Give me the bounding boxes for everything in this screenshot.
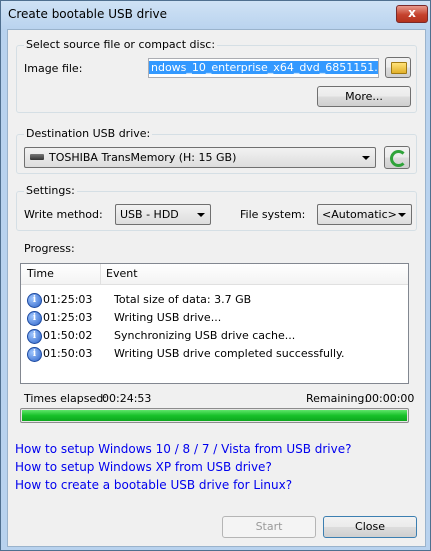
progress-group-label: Progress: <box>24 242 75 255</box>
event-text: Synchronizing USB drive cache... <box>114 329 296 342</box>
info-icon: i <box>27 329 42 344</box>
progress-bar <box>20 408 409 423</box>
usb-drive-value: TOSHIBA TransMemory (H: 15 GB) <box>49 151 237 164</box>
link-bootable-linux[interactable]: How to create a bootable USB drive for L… <box>15 478 292 492</box>
event-time: 01:25:03 <box>43 293 93 306</box>
list-item[interactable]: i 01:50:03 Writing USB drive completed s… <box>21 347 408 365</box>
elapsed-value: 00:24:53 <box>102 392 152 405</box>
progress-bar-fill <box>22 410 407 421</box>
close-button[interactable]: Close <box>323 516 417 538</box>
file-system-value: <Automatic> <box>322 208 397 221</box>
source-group: Select source file or compact disc: Imag… <box>16 38 417 113</box>
column-header-time[interactable]: Time <box>27 267 54 280</box>
window-title: Create bootable USB drive <box>8 7 168 21</box>
settings-group-label: Settings: <box>24 184 77 197</box>
list-item[interactable]: i 01:25:03 Total size of data: 3.7 GB <box>21 293 408 311</box>
title-bar[interactable]: Create bootable USB drive x <box>1 1 430 29</box>
write-method-label: Write method: <box>24 208 103 221</box>
settings-group: Settings: Write method: USB - HDD File s… <box>16 184 417 231</box>
close-icon: x <box>408 6 416 20</box>
usb-drive-icon <box>30 154 44 160</box>
start-button[interactable]: Start <box>222 516 316 538</box>
remaining-label: Remaining: <box>306 392 369 405</box>
usb-drive-select[interactable]: TOSHIBA TransMemory (H: 15 GB) <box>24 147 376 168</box>
file-system-select[interactable]: <Automatic> <box>317 204 412 225</box>
image-file-input[interactable]: ndows_10_enterprise_x64_dvd_6851151.iso <box>148 58 379 78</box>
info-icon: i <box>27 293 42 308</box>
dialog-window: Create bootable USB drive x Select sourc… <box>0 0 431 551</box>
chevron-down-icon <box>398 213 406 217</box>
close-window-button[interactable]: x <box>396 5 428 23</box>
info-icon: i <box>27 347 42 362</box>
column-divider[interactable] <box>100 264 101 284</box>
destination-group-label: Destination USB drive: <box>24 127 153 140</box>
event-text: Writing USB drive... <box>114 311 222 324</box>
refresh-button[interactable] <box>384 146 410 169</box>
elapsed-label: Times elapsed: <box>24 392 107 405</box>
source-group-label: Select source file or compact disc: <box>24 38 218 51</box>
link-setup-windows-xp[interactable]: How to setup Windows XP from USB drive? <box>15 460 272 474</box>
event-time: 01:50:03 <box>43 347 93 360</box>
more-button[interactable]: More... <box>317 86 411 107</box>
remaining-value: 00:00:00 <box>365 392 415 405</box>
write-method-value: USB - HDD <box>120 208 179 221</box>
browse-button[interactable] <box>385 57 411 78</box>
event-log-list[interactable]: Time Event i 01:25:03 Total size of data… <box>20 263 409 384</box>
event-time: 01:50:02 <box>43 329 93 342</box>
list-item[interactable]: i 01:50:02 Synchronizing USB drive cache… <box>21 329 408 347</box>
list-item[interactable]: i 01:25:03 Writing USB drive... <box>21 311 408 329</box>
event-text: Total size of data: 3.7 GB <box>114 293 252 306</box>
file-system-label: File system: <box>240 208 306 221</box>
image-file-label: Image file: <box>24 62 83 75</box>
destination-group: Destination USB drive: TOSHIBA TransMemo… <box>16 127 417 174</box>
event-text: Writing USB drive completed successfully… <box>114 347 345 360</box>
chevron-down-icon <box>362 156 370 160</box>
info-icon: i <box>27 311 42 326</box>
event-log-header: Time Event <box>21 264 408 285</box>
write-method-select[interactable]: USB - HDD <box>115 204 211 225</box>
image-file-value: ndows_10_enterprise_x64_dvd_6851151.iso <box>149 61 378 74</box>
link-setup-windows-10[interactable]: How to setup Windows 10 / 8 / 7 / Vista … <box>15 442 352 456</box>
folder-icon <box>391 62 407 74</box>
dialog-client: Select source file or compact disc: Imag… <box>7 29 426 547</box>
chevron-down-icon <box>197 213 205 217</box>
event-time: 01:25:03 <box>43 311 93 324</box>
column-header-event[interactable]: Event <box>106 267 138 280</box>
refresh-icon <box>390 150 407 167</box>
